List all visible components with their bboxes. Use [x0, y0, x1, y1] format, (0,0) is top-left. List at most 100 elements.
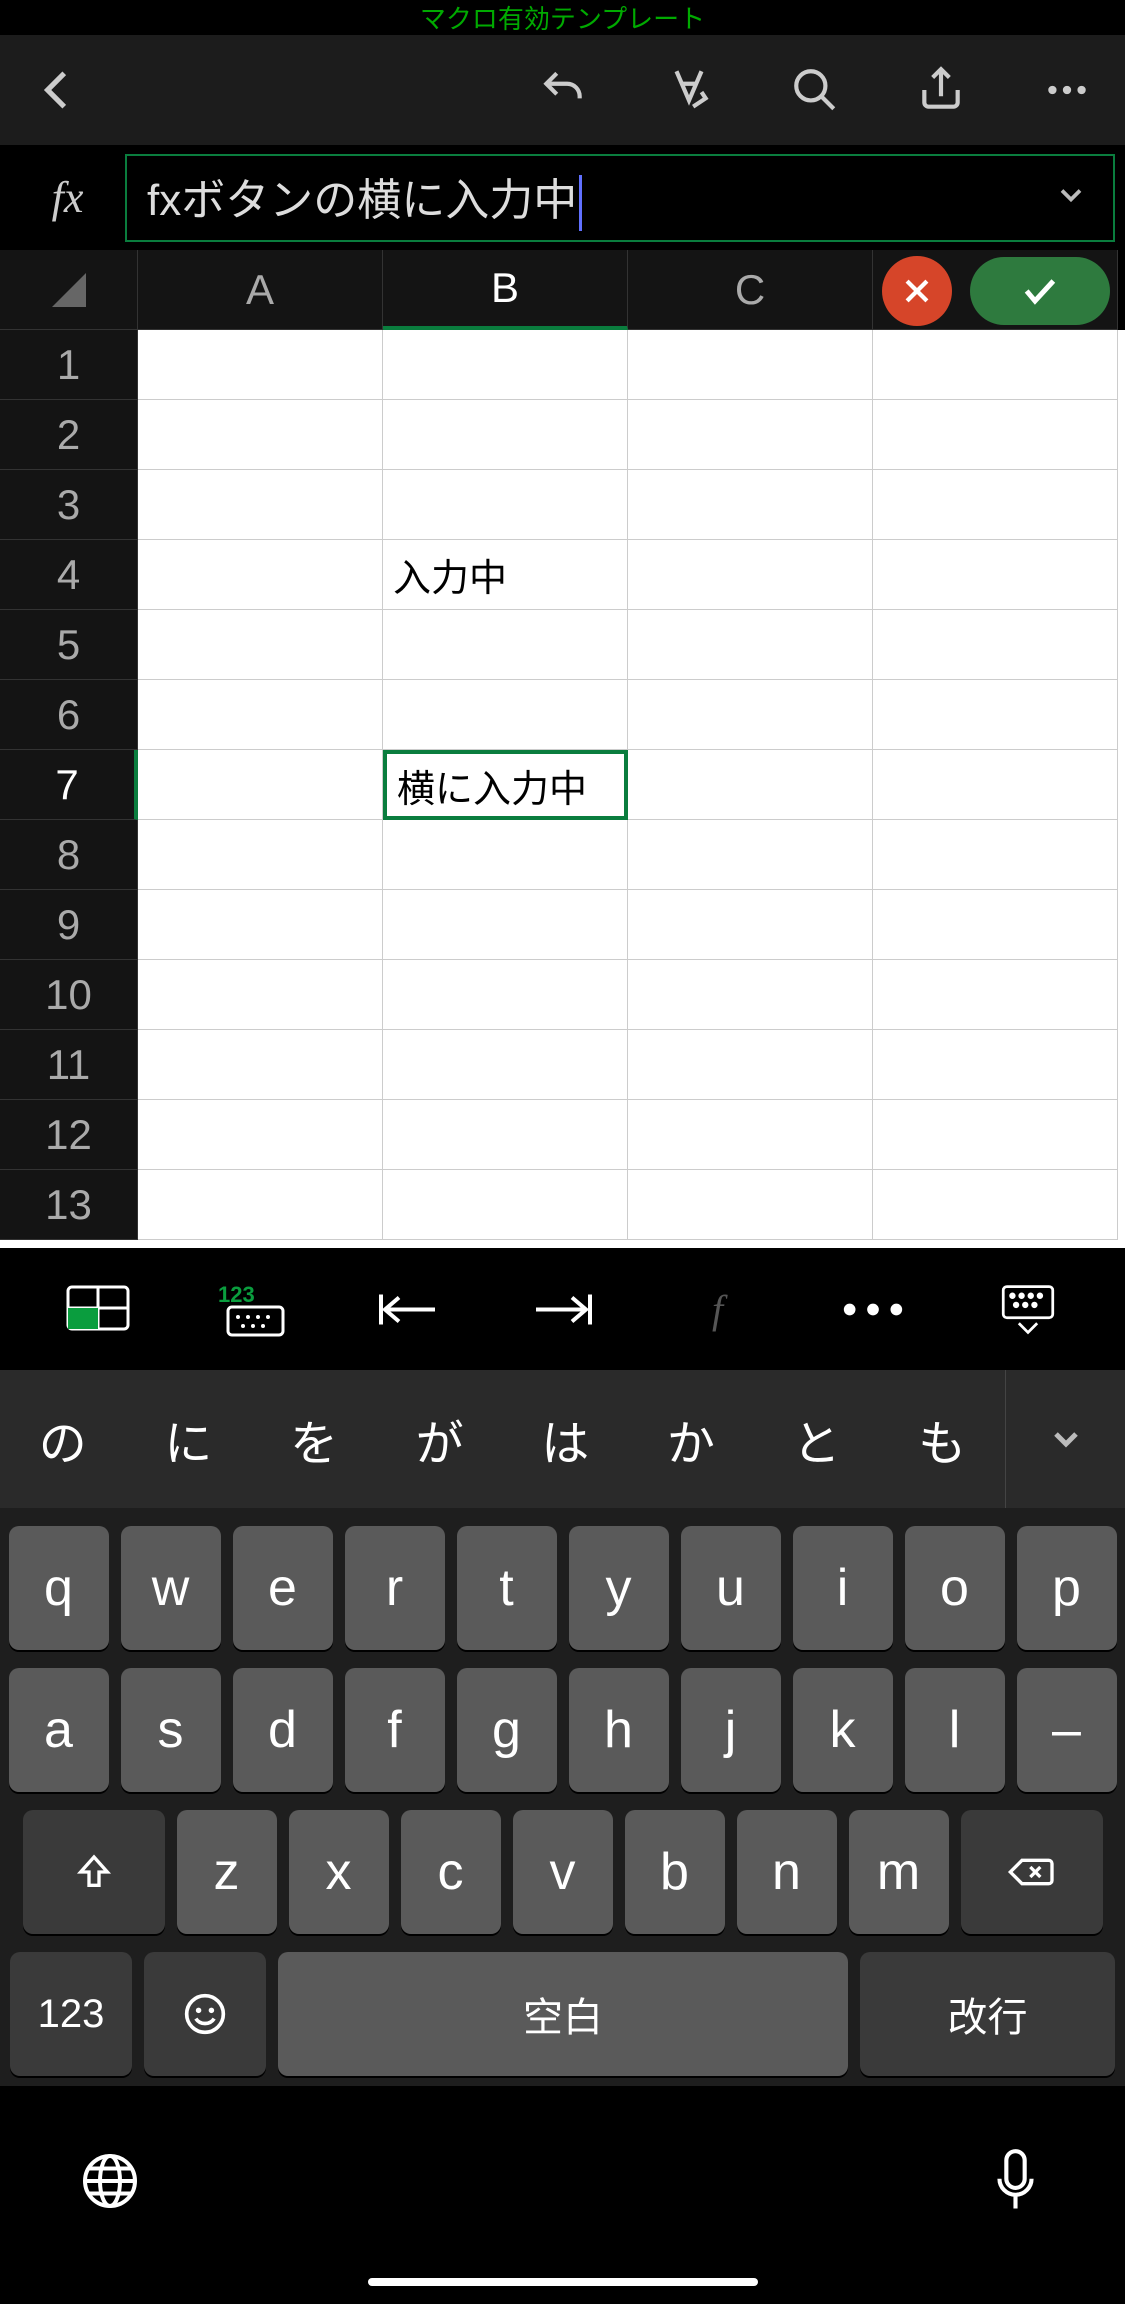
- key-x[interactable]: x: [289, 1810, 389, 1934]
- row-header-1[interactable]: 1: [0, 330, 138, 400]
- key-u[interactable]: u: [681, 1526, 781, 1650]
- function-hint-button[interactable]: f: [668, 1269, 768, 1349]
- cell-C8[interactable]: [628, 820, 873, 890]
- cell-A3[interactable]: [138, 470, 383, 540]
- cell-A10[interactable]: [138, 960, 383, 1030]
- key-m[interactable]: m: [849, 1810, 949, 1934]
- key-o[interactable]: o: [905, 1526, 1005, 1650]
- key-j[interactable]: j: [681, 1668, 781, 1792]
- cell-C3[interactable]: [628, 470, 873, 540]
- row-header-9[interactable]: 9: [0, 890, 138, 960]
- ime-suggestion[interactable]: の: [0, 1370, 126, 1508]
- expand-formula-button[interactable]: [1053, 177, 1093, 218]
- key-b[interactable]: b: [625, 1810, 725, 1934]
- key-f[interactable]: f: [345, 1668, 445, 1792]
- cell-C2[interactable]: [628, 400, 873, 470]
- row-header-11[interactable]: 11: [0, 1030, 138, 1100]
- confirm-edit-button[interactable]: [970, 257, 1110, 325]
- cell-D3[interactable]: [873, 470, 1118, 540]
- row-header-5[interactable]: 5: [0, 610, 138, 680]
- cell-D11[interactable]: [873, 1030, 1118, 1100]
- key-q[interactable]: q: [9, 1526, 109, 1650]
- cell-A13[interactable]: [138, 1170, 383, 1240]
- key-e[interactable]: e: [233, 1526, 333, 1650]
- key-r[interactable]: r: [345, 1526, 445, 1650]
- key-g[interactable]: g: [457, 1668, 557, 1792]
- cell-B1[interactable]: [383, 330, 628, 400]
- cell-C9[interactable]: [628, 890, 873, 960]
- cell-D12[interactable]: [873, 1100, 1118, 1170]
- cell-D10[interactable]: [873, 960, 1118, 1030]
- cell-C7[interactable]: [628, 750, 873, 820]
- shift-key[interactable]: [23, 1810, 165, 1934]
- cell-C11[interactable]: [628, 1030, 873, 1100]
- cell-D9[interactable]: [873, 890, 1118, 960]
- cell-A4[interactable]: [138, 540, 383, 610]
- ime-suggestion[interactable]: は: [503, 1370, 629, 1508]
- cell-B3[interactable]: [383, 470, 628, 540]
- cell-B10[interactable]: [383, 960, 628, 1030]
- formula-input[interactable]: fxボタンの横に入力中: [125, 154, 1115, 242]
- cell-B12[interactable]: [383, 1100, 628, 1170]
- numeric-keyboard-button[interactable]: 123: [203, 1269, 303, 1349]
- tab-left-button[interactable]: [358, 1269, 458, 1349]
- fx-button[interactable]: fx: [10, 155, 125, 240]
- cell-A9[interactable]: [138, 890, 383, 960]
- cell-C10[interactable]: [628, 960, 873, 1030]
- key-s[interactable]: s: [121, 1668, 221, 1792]
- cell-A2[interactable]: [138, 400, 383, 470]
- cell-C1[interactable]: [628, 330, 873, 400]
- cell-A8[interactable]: [138, 820, 383, 890]
- cell-B4[interactable]: 入力中: [383, 540, 628, 610]
- key-k[interactable]: k: [793, 1668, 893, 1792]
- search-button[interactable]: [787, 62, 843, 118]
- collapse-suggestions-button[interactable]: [1005, 1370, 1125, 1508]
- emoji-key[interactable]: [144, 1952, 266, 2076]
- cell-A6[interactable]: [138, 680, 383, 750]
- key-z[interactable]: z: [177, 1810, 277, 1934]
- row-header-3[interactable]: 3: [0, 470, 138, 540]
- format-button[interactable]: [661, 62, 717, 118]
- num-key[interactable]: 123: [10, 1952, 132, 2076]
- cell-nav-icon[interactable]: [48, 1269, 148, 1349]
- key-d[interactable]: d: [233, 1668, 333, 1792]
- cell-A1[interactable]: [138, 330, 383, 400]
- row-header-10[interactable]: 10: [0, 960, 138, 1030]
- cell-D7[interactable]: [873, 750, 1118, 820]
- more-button[interactable]: [1039, 62, 1095, 118]
- space-key[interactable]: 空白: [278, 1952, 848, 2076]
- key-p[interactable]: p: [1017, 1526, 1117, 1650]
- cell-D1[interactable]: [873, 330, 1118, 400]
- cell-C13[interactable]: [628, 1170, 873, 1240]
- cell-C12[interactable]: [628, 1100, 873, 1170]
- home-indicator[interactable]: [368, 2278, 758, 2286]
- cell-D2[interactable]: [873, 400, 1118, 470]
- ime-suggestion[interactable]: も: [879, 1370, 1005, 1508]
- cell-D5[interactable]: [873, 610, 1118, 680]
- ime-suggestion[interactable]: が: [377, 1370, 503, 1508]
- cell-B9[interactable]: [383, 890, 628, 960]
- more-options-button[interactable]: [823, 1269, 923, 1349]
- cell-A12[interactable]: [138, 1100, 383, 1170]
- cancel-edit-button[interactable]: [882, 256, 952, 326]
- cell-D6[interactable]: [873, 680, 1118, 750]
- cell-C4[interactable]: [628, 540, 873, 610]
- tab-right-button[interactable]: [513, 1269, 613, 1349]
- key-i[interactable]: i: [793, 1526, 893, 1650]
- key-t[interactable]: t: [457, 1526, 557, 1650]
- key-a[interactable]: a: [9, 1668, 109, 1792]
- row-header-7[interactable]: 7: [0, 750, 138, 820]
- key-–[interactable]: –: [1017, 1668, 1117, 1792]
- key-v[interactable]: v: [513, 1810, 613, 1934]
- cell-C6[interactable]: [628, 680, 873, 750]
- backspace-key[interactable]: [961, 1810, 1103, 1934]
- cell-A11[interactable]: [138, 1030, 383, 1100]
- key-y[interactable]: y: [569, 1526, 669, 1650]
- ime-suggestion[interactable]: か: [628, 1370, 754, 1508]
- row-header-2[interactable]: 2: [0, 400, 138, 470]
- cell-D8[interactable]: [873, 820, 1118, 890]
- cell-C5[interactable]: [628, 610, 873, 680]
- row-header-8[interactable]: 8: [0, 820, 138, 890]
- globe-icon[interactable]: [70, 2141, 150, 2221]
- key-c[interactable]: c: [401, 1810, 501, 1934]
